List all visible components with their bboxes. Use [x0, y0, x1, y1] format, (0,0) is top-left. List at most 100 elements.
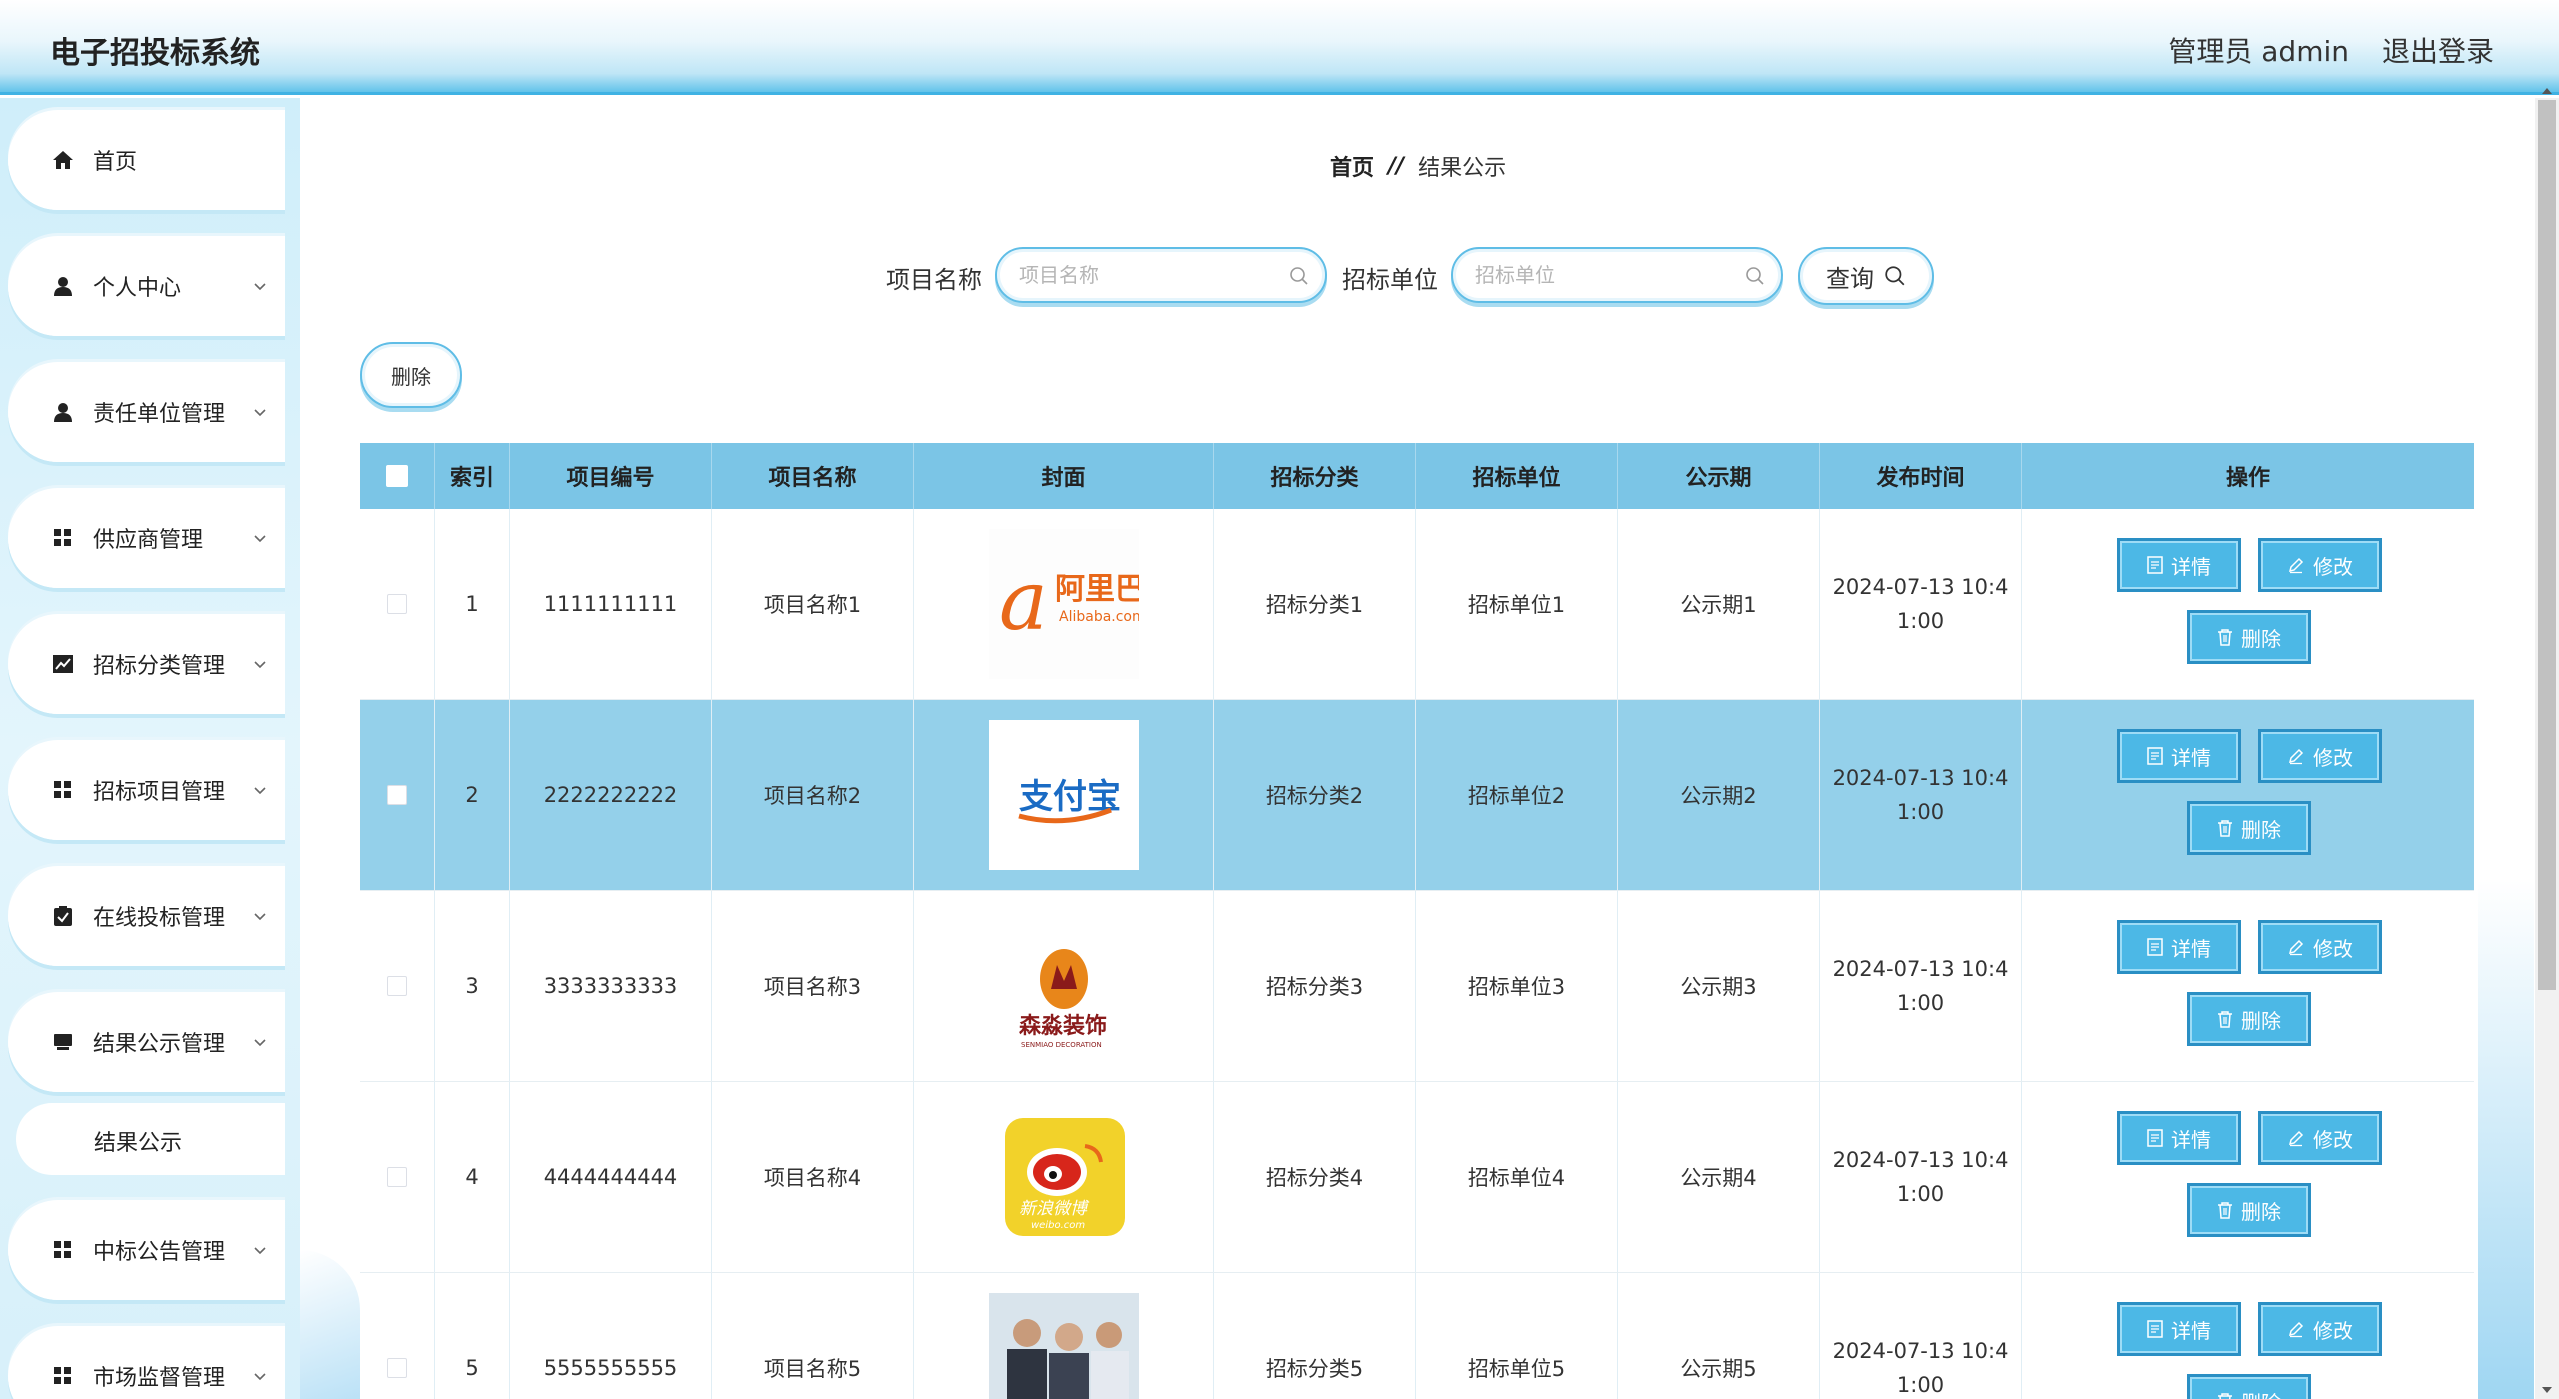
search-icon: [1746, 267, 1764, 285]
sidebar-item-award-notice[interactable]: 中标公告管理: [8, 1200, 285, 1300]
edit-button[interactable]: 修改: [2258, 1302, 2382, 1356]
query-button-label: 查询: [1826, 264, 1874, 293]
sidebar-item-bid-project[interactable]: 招标项目管理: [8, 740, 285, 840]
chevron-down-icon: [254, 409, 266, 417]
chevron-down-icon: [254, 1373, 266, 1381]
column-header: 招标单位: [1416, 443, 1618, 509]
table-row[interactable]: 3 3333333333 项目名称3 森淼装饰 SENMIAO DECORATI…: [360, 891, 2474, 1082]
scroll-down-arrow-icon[interactable]: [2539, 1383, 2555, 1397]
trash-icon: [2218, 820, 2232, 837]
row-publish-time: 2024-07-13 10:4 1:00: [1832, 766, 2009, 824]
row-code: 5555555555: [510, 1273, 712, 1399]
document-icon: [2147, 1320, 2163, 1338]
detail-button[interactable]: 详情: [2117, 538, 2241, 592]
row-name: 项目名称5: [712, 1273, 914, 1399]
delete-button[interactable]: 删除: [2187, 610, 2311, 664]
row-checkbox[interactable]: [387, 976, 407, 996]
column-header: 项目名称: [712, 443, 914, 509]
bid-unit-field[interactable]: [1451, 247, 1783, 303]
svg-text:weibo.com: weibo.com: [1031, 1220, 1085, 1231]
row-category: 招标分类4: [1214, 1082, 1416, 1272]
grid-icon: [50, 1363, 76, 1389]
breadcrumb: 首页 // 结果公示: [1330, 150, 1506, 182]
top-header: 电子招投标系统 管理员 admin 退出登录: [0, 0, 2559, 95]
bulk-delete-button[interactable]: 删除: [360, 342, 462, 408]
table-row[interactable]: 1 1111111111 项目名称1 a 阿里巴巴 Alibaba.com 招标…: [360, 509, 2474, 700]
sidebar-item-result-publicity[interactable]: 结果公示管理: [8, 992, 285, 1092]
edit-button[interactable]: 修改: [2258, 729, 2382, 783]
row-checkbox[interactable]: [387, 1358, 407, 1378]
bid-unit-label: 招标单位: [1342, 266, 1438, 294]
document-icon: [2147, 938, 2163, 956]
chevron-down-icon: [254, 913, 266, 921]
sidebar-item-label: 在线投标管理: [93, 906, 226, 931]
edit-button[interactable]: 修改: [2258, 920, 2382, 974]
breadcrumb-home[interactable]: 首页: [1330, 150, 1374, 182]
column-header: 操作: [2225, 466, 2270, 491]
row-actions: 详情 修改 删除: [2022, 1082, 2474, 1272]
scrollbar-thumb[interactable]: [2538, 100, 2556, 990]
row-actions: 详情 修改 删除: [2022, 891, 2474, 1081]
grid-icon: [50, 777, 76, 803]
grid-icon: [50, 525, 76, 551]
cover-image-business-photo: [988, 1293, 1139, 1399]
row-checkbox[interactable]: [387, 594, 407, 614]
project-name-input[interactable]: [1019, 263, 1259, 287]
app-title: 电子招投标系统: [50, 36, 260, 71]
logout-link[interactable]: 退出登录: [2382, 30, 2494, 70]
table-row[interactable]: 4 4444444444 项目名称4 新浪微博 weibo.com 招标分类4 …: [360, 1082, 2474, 1273]
row-checkbox[interactable]: [387, 785, 407, 805]
detail-button[interactable]: 详情: [2117, 920, 2241, 974]
sidebar-item-home[interactable]: 首页: [8, 110, 285, 210]
results-table: 索引 项目编号 项目名称 封面 招标分类 招标单位 公示期 发布时间 操作 1 …: [360, 443, 2474, 1399]
row-index: 4: [435, 1082, 510, 1272]
delete-button[interactable]: 删除: [2187, 801, 2311, 855]
row-publish-time: 2024-07-13 10:4 1:00: [1832, 957, 2009, 1015]
table-row[interactable]: 2 2222222222 项目名称2 支付宝 招标分类2 招标单位2 公示期2 …: [360, 700, 2474, 891]
edit-button[interactable]: 修改: [2258, 538, 2382, 592]
row-category: 招标分类2: [1214, 700, 1416, 890]
delete-button[interactable]: 删除: [2187, 1183, 2311, 1237]
detail-button[interactable]: 详情: [2117, 729, 2241, 783]
trash-icon: [2218, 1393, 2232, 1399]
sidebar-item-label: 个人中心: [93, 276, 182, 301]
sidebar-item-bid-category[interactable]: 招标分类管理: [8, 614, 285, 714]
column-header: 招标分类: [1214, 443, 1416, 509]
table-row[interactable]: 5 5555555555 项目名称5 招标分类5 招标单位5 公示期5 2024…: [360, 1273, 2474, 1399]
row-index: 2: [435, 700, 510, 890]
delete-button[interactable]: 删除: [2187, 1374, 2311, 1399]
sidebar-item-responsible-unit[interactable]: 责任单位管理: [8, 362, 285, 462]
query-button[interactable]: 查询: [1798, 247, 1934, 305]
sidebar-item-label: 责任单位管理: [93, 402, 226, 427]
cover-image-senmiao: 森淼装饰 SENMIAO DECORATION: [988, 911, 1139, 1061]
project-name-field[interactable]: [995, 247, 1327, 303]
row-publish-time: 2024-07-13 10:4 1:00: [1832, 1339, 2009, 1397]
row-actions: 详情 修改 删除: [2022, 1273, 2474, 1399]
sidebar-item-online-bid[interactable]: 在线投标管理: [8, 866, 285, 966]
detail-button[interactable]: 详情: [2117, 1302, 2241, 1356]
bid-unit-input[interactable]: [1475, 263, 1715, 287]
edit-button[interactable]: 修改: [2258, 1111, 2382, 1165]
scroll-up-arrow-icon[interactable]: [2539, 84, 2555, 98]
sidebar-item-market-supervision[interactable]: 市场监督管理: [8, 1326, 285, 1399]
monitor-icon: [50, 1029, 76, 1055]
sidebar-item-label: 结果公示管理: [93, 1032, 226, 1057]
detail-button[interactable]: 详情: [2117, 1111, 2241, 1165]
sidebar-item-label: 中标公告管理: [93, 1240, 226, 1265]
sidebar-item-personal-center[interactable]: 个人中心: [8, 236, 285, 336]
row-period: 公示期5: [1618, 1273, 1820, 1399]
cover-image-alipay: 支付宝: [988, 720, 1139, 870]
chevron-down-icon: [254, 283, 266, 291]
delete-button[interactable]: 删除: [2187, 992, 2311, 1046]
sidebar-subitem-result-publicity[interactable]: 结果公示: [16, 1103, 285, 1175]
column-header: 封面: [914, 443, 1214, 509]
sidebar-item-supplier[interactable]: 供应商管理: [8, 488, 285, 588]
row-checkbox[interactable]: [387, 1167, 407, 1187]
edit-icon: [2288, 1321, 2304, 1338]
column-header: 项目编号: [510, 443, 712, 509]
select-all-checkbox[interactable]: [386, 465, 408, 487]
grid-icon: [50, 1237, 76, 1263]
row-publish-time: 2024-07-13 10:4 1:00: [1832, 575, 2009, 633]
row-category: 招标分类1: [1214, 509, 1416, 699]
edit-icon: [2288, 1130, 2304, 1147]
